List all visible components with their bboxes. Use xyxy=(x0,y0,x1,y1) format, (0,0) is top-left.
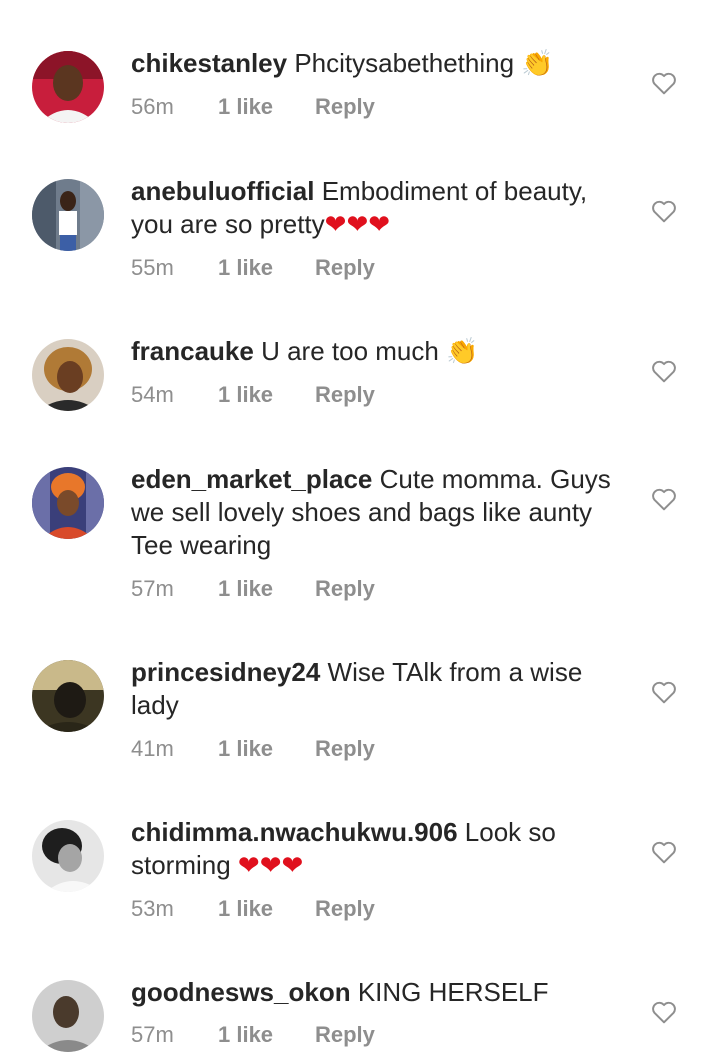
comment-likes[interactable]: 1 like xyxy=(218,255,315,281)
comment-likes[interactable]: 1 like xyxy=(218,94,315,120)
comment-body: Phcitysabethething xyxy=(294,48,522,78)
comment-meta: 54m 1 like Reply xyxy=(131,382,375,408)
avatar[interactable] xyxy=(32,660,104,732)
heart-outline-icon[interactable] xyxy=(651,199,677,223)
comment-likes[interactable]: 1 like xyxy=(218,896,315,922)
heart-outline-icon[interactable] xyxy=(651,840,677,864)
comment-time: 55m xyxy=(131,255,174,280)
comment-meta: 41m 1 like Reply xyxy=(131,736,375,762)
red-heart-emoji: ❤ xyxy=(237,851,260,881)
red-heart-emoji: ❤ xyxy=(259,851,282,881)
avatar[interactable] xyxy=(32,51,104,123)
comment-likes[interactable]: 1 like xyxy=(218,576,315,602)
comment-meta: 53m 1 like Reply xyxy=(131,896,375,922)
heart-outline-icon[interactable] xyxy=(651,680,677,704)
reply-button[interactable]: Reply xyxy=(315,94,375,120)
comment-username[interactable]: anebuluofficial xyxy=(131,176,314,206)
comment-meta: 57m 1 like Reply xyxy=(131,1022,375,1048)
red-heart-emoji: ❤ xyxy=(368,210,391,240)
comment-time: 53m xyxy=(131,896,174,921)
avatar[interactable] xyxy=(32,820,104,892)
reply-button[interactable]: Reply xyxy=(315,382,375,408)
comment-likes[interactable]: 1 like xyxy=(218,736,315,762)
comment-body: U are too much xyxy=(261,336,447,366)
avatar[interactable] xyxy=(32,467,104,539)
comment-meta: 56m 1 like Reply xyxy=(131,94,375,120)
avatar[interactable] xyxy=(32,179,104,251)
comment-time: 57m xyxy=(131,576,174,601)
heart-outline-icon[interactable] xyxy=(651,71,677,95)
comment-text: eden_market_place Cute momma. Guys we se… xyxy=(131,463,631,562)
avatar[interactable] xyxy=(32,339,104,411)
comment-username[interactable]: princesidney24 xyxy=(131,657,320,687)
red-heart-emoji: ❤ xyxy=(324,210,347,240)
reply-button[interactable]: Reply xyxy=(315,896,375,922)
comment-text: goodnesws_okon KING HERSELF xyxy=(131,976,631,1009)
comment-time: 56m xyxy=(131,94,174,119)
comment-text: francauke U are too much 👏 xyxy=(131,335,631,369)
comment-text: princesidney24 Wise TAlk from a wise lad… xyxy=(131,656,631,722)
reply-button[interactable]: Reply xyxy=(315,576,375,602)
red-heart-emoji: ❤ xyxy=(281,851,304,881)
reply-button[interactable]: Reply xyxy=(315,255,375,281)
comment-meta: 57m 1 like Reply xyxy=(131,576,375,602)
comment-body: KING HERSELF xyxy=(357,977,549,1007)
avatar[interactable] xyxy=(32,980,104,1052)
clapping-hands-emoji: 👏 xyxy=(446,337,479,367)
heart-outline-icon[interactable] xyxy=(651,1000,677,1024)
comment-time: 57m xyxy=(131,1022,174,1047)
comment-meta: 55m 1 like Reply xyxy=(131,255,375,281)
comment-likes[interactable]: 1 like xyxy=(218,1022,315,1048)
comment-time: 54m xyxy=(131,382,174,407)
heart-outline-icon[interactable] xyxy=(651,359,677,383)
clapping-hands-emoji: 👏 xyxy=(521,49,554,79)
comment-username[interactable]: chidimma.nwachukwu.906 xyxy=(131,817,458,847)
reply-button[interactable]: Reply xyxy=(315,1022,375,1048)
comment-username[interactable]: francauke xyxy=(131,336,254,366)
reply-button[interactable]: Reply xyxy=(315,736,375,762)
comment-text: chikestanley Phcitysabethething 👏 xyxy=(131,47,631,81)
red-heart-emoji: ❤ xyxy=(346,210,369,240)
comment-username[interactable]: goodnesws_okon xyxy=(131,977,351,1007)
comment-text: anebuluofficial Embodiment of beauty, yo… xyxy=(131,175,631,242)
comment-username[interactable]: chikestanley xyxy=(131,48,287,78)
heart-outline-icon[interactable] xyxy=(651,487,677,511)
comment-time: 41m xyxy=(131,736,174,761)
comment-likes[interactable]: 1 like xyxy=(218,382,315,408)
comment-text: chidimma.nwachukwu.906 Look so storming … xyxy=(131,816,631,883)
comment-username[interactable]: eden_market_place xyxy=(131,464,372,494)
